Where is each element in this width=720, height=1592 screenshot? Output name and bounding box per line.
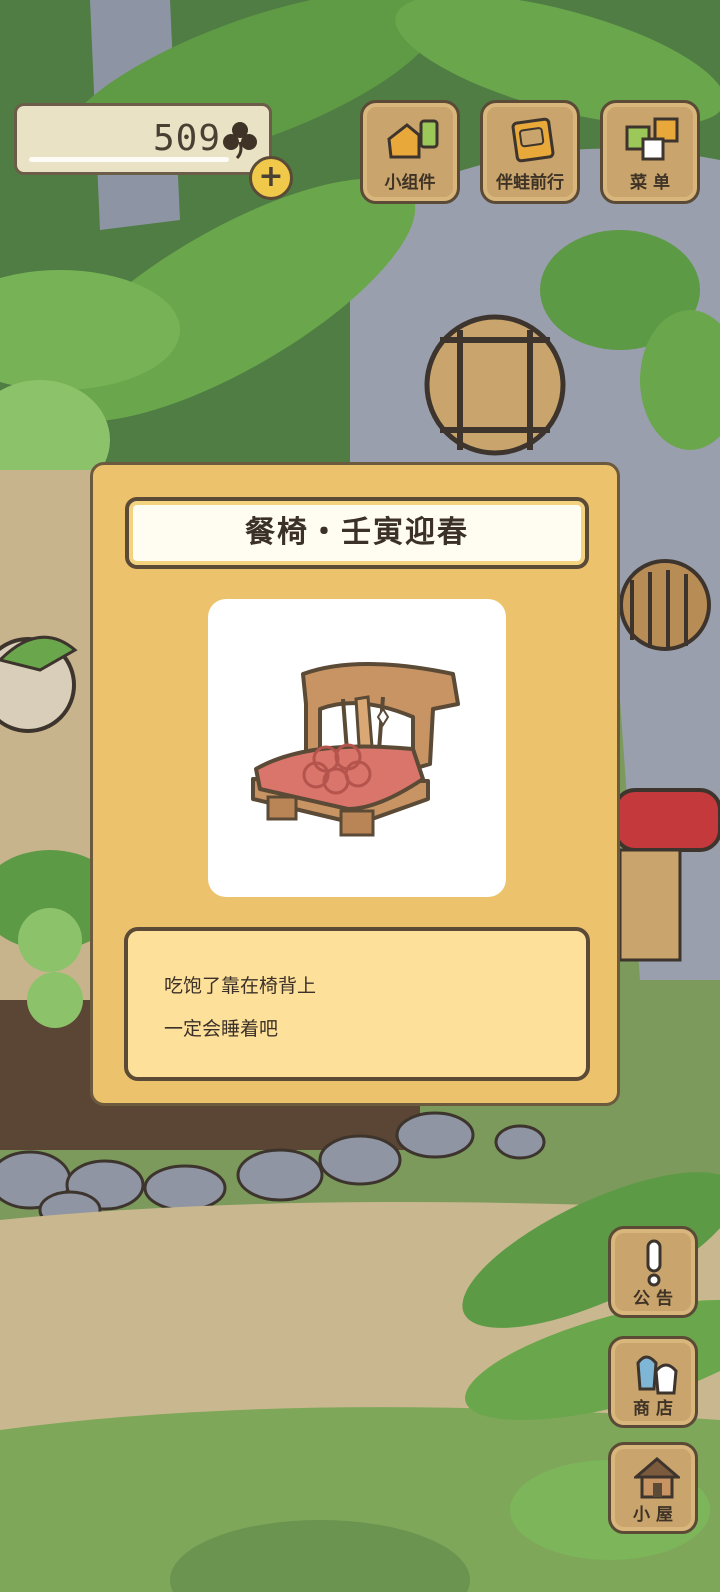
- item-description: 吃饱了靠在椅背上 一定会睡着吧: [124, 927, 590, 1081]
- description-line-2: 一定会睡着吧: [164, 1018, 279, 1040]
- item-title: 餐椅・壬寅迎春: [125, 497, 589, 569]
- house-label: 小 屋: [633, 1505, 673, 1525]
- clover-counter-underline: [29, 157, 229, 162]
- shop-bags-icon: [636, 1355, 678, 1395]
- description-line-1: 吃饱了靠在椅背上: [164, 975, 317, 997]
- widget-icon: [387, 119, 439, 159]
- dining-chair-icon: [251, 662, 460, 837]
- house-icon: [634, 1457, 680, 1499]
- add-clover-button[interactable]: +: [249, 156, 293, 200]
- clover-counter: 509: [14, 103, 272, 175]
- item-image-frame: [208, 599, 506, 897]
- clover-icon: [223, 122, 257, 160]
- announcement-label: 公 告: [633, 1289, 673, 1309]
- exclamation-icon: [646, 1239, 662, 1287]
- companion-journey-label: 伴蛙前行: [496, 173, 564, 193]
- announcement-button[interactable]: 公 告: [608, 1226, 698, 1318]
- widget-label: 小组件: [384, 173, 436, 193]
- shop-button[interactable]: 商 店: [608, 1336, 698, 1428]
- menu-cards-icon: [625, 117, 679, 161]
- journal-icon: [511, 117, 555, 163]
- menu-label: 菜 单: [630, 173, 670, 193]
- shop-label: 商 店: [633, 1399, 673, 1419]
- companion-journey-button[interactable]: 伴蛙前行: [480, 100, 580, 204]
- house-button[interactable]: 小 屋: [608, 1442, 698, 1534]
- menu-button[interactable]: 菜 单: [600, 100, 700, 204]
- clover-count: 509: [152, 118, 221, 159]
- widget-button[interactable]: 小组件: [360, 100, 460, 204]
- item-detail-dialog[interactable]: 餐椅・壬寅迎春 吃饱了靠在椅背上 一定会睡着吧: [90, 462, 620, 1106]
